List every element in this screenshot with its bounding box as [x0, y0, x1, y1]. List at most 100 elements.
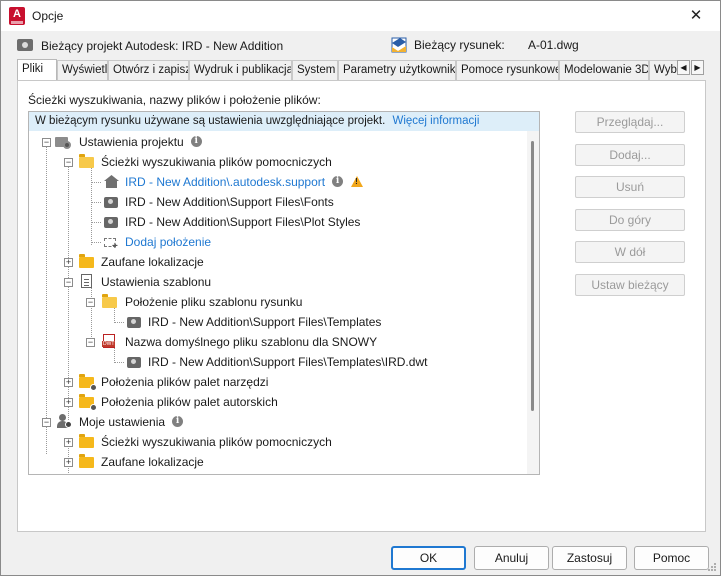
expand-tool-palettes-toggle[interactable]: + [64, 378, 73, 387]
tree-line [114, 322, 124, 323]
tree-line [91, 282, 92, 341]
tab-drafting[interactable]: Pomoce rysunkowe [456, 60, 559, 80]
help-button[interactable]: Pomoc [634, 546, 709, 570]
warning-icon: ! [351, 175, 364, 187]
tab-display[interactable]: Wyświetl [57, 60, 108, 80]
cancel-button[interactable]: Anuluj [474, 546, 549, 570]
current-drawing-label: Bieżący rysunek: [414, 38, 505, 52]
tree-node-label: Moje ustawienia [79, 415, 166, 429]
tree-node-label: IRD - New Addition\.autodesk.support [125, 175, 326, 189]
tree-node-template-settings[interactable]: Ustawienia szablonu [101, 272, 211, 292]
tree-line [91, 242, 101, 243]
tab-selection[interactable]: Wybór [649, 60, 677, 80]
tab-open-save[interactable]: Otwórz i zapisz [108, 60, 189, 80]
tree-node-support-item-1[interactable]: IRD - New Addition\.autodesk.support i! [125, 172, 364, 192]
tree-node-authoring-palettes[interactable]: Położenia plików palet autorskich [101, 392, 278, 412]
folder-icon [79, 374, 97, 391]
expand-my-trusted-locations-toggle[interactable]: + [64, 458, 73, 467]
tab-scroll-left-button[interactable]: ◀ [677, 60, 690, 75]
folder-icon [79, 454, 94, 468]
tree-node-support-item-3[interactable]: IRD - New Addition\Support Files\Plot St… [125, 212, 360, 232]
dwt-file-icon [102, 334, 116, 348]
scrollbar-thumb[interactable] [531, 141, 534, 411]
expand-trusted-locations-toggle[interactable]: + [64, 258, 73, 267]
info-icon[interactable]: i [332, 176, 344, 188]
drawing-file-icon [391, 37, 407, 53]
ok-button[interactable]: OK [391, 546, 466, 570]
resize-grip-icon[interactable] [707, 562, 717, 572]
title-bar: A Opcje ✕ [1, 1, 720, 31]
files-tab-panel: Ścieżki wyszukiwania, nazwy plików i poł… [17, 80, 706, 532]
files-tree[interactable]: W bieżącym rysunku używane są ustawienia… [28, 111, 540, 475]
move-down-button[interactable]: W dół [575, 241, 685, 263]
remove-button[interactable]: Usuń [575, 176, 685, 198]
info-icon[interactable]: i [190, 136, 202, 148]
user-settings-icon [56, 414, 72, 429]
tree-node-trusted-locations[interactable]: Zaufane lokalizacje [101, 252, 204, 272]
collapse-support-paths-toggle[interactable]: − [64, 158, 73, 167]
project-folder-icon [127, 357, 141, 368]
window-title: Opcje [32, 9, 64, 23]
project-settings-banner: W bieżącym rysunku używane są ustawienia… [29, 112, 539, 131]
tree-node-label: Ustawienia projektu [79, 135, 184, 149]
add-location-icon: + [104, 236, 119, 252]
current-context-row: Bieżący projekt Autodesk: IRD - New Addi… [1, 31, 720, 59]
collapse-my-settings-toggle[interactable]: − [42, 418, 51, 427]
collapse-default-template-toggle[interactable]: − [86, 338, 95, 347]
tab-strip: Pliki Wyświetl Otwórz i zapisz Wydruk i … [17, 59, 677, 80]
tab-system[interactable]: System [292, 60, 338, 80]
tree-node-default-template[interactable]: Nazwa domyślnego pliku szablonu dla SNOW… [125, 332, 377, 352]
search-paths-caption: Ścieżki wyszukiwania, nazwy plików i poł… [28, 93, 321, 107]
info-icon[interactable]: i [172, 416, 184, 428]
project-icon [17, 39, 33, 51]
tree-line [114, 362, 124, 363]
tree-scrollbar[interactable] [527, 131, 539, 474]
tree-node-template-location-item[interactable]: IRD - New Addition\Support Files\Templat… [148, 312, 381, 332]
tree-node-template-location[interactable]: Położenie pliku szablonu rysunku [125, 292, 302, 312]
tree-node-support-paths[interactable]: Ścieżki wyszukiwania plików pomocniczych [101, 152, 332, 172]
project-settings-icon [55, 135, 73, 149]
add-button[interactable]: Dodaj... [575, 144, 685, 166]
tree-line [46, 142, 47, 454]
folder-icon [79, 394, 97, 411]
project-folder-icon [127, 317, 141, 328]
home-icon [104, 175, 119, 188]
collapse-template-settings-toggle[interactable]: − [64, 278, 73, 287]
autocad-logo-icon: A [9, 7, 25, 25]
tree-line [91, 222, 101, 223]
banner-text: W bieżącym rysunku używane są ustawienia… [35, 115, 386, 127]
close-button[interactable]: ✕ [676, 1, 716, 31]
apply-button[interactable]: Zastosuj [552, 546, 627, 570]
tab-scroll-right-button[interactable]: ▶ [691, 60, 704, 75]
browse-button[interactable]: Przeglądaj... [575, 111, 685, 133]
current-project-label: Bieżący projekt Autodesk: IRD - New Addi… [41, 39, 284, 53]
tree-node-my-settings[interactable]: Moje ustawienia i [79, 412, 184, 432]
collapse-project-settings-toggle[interactable]: − [42, 138, 51, 147]
tab-files[interactable]: Pliki [17, 59, 57, 80]
tree-node-support-item-2[interactable]: IRD - New Addition\Support Files\Fonts [125, 192, 334, 212]
more-info-link[interactable]: Więcej informacji [392, 115, 479, 127]
expand-authoring-palettes-toggle[interactable]: + [64, 398, 73, 407]
tree-node-my-trusted-locations[interactable]: Zaufane lokalizacje [101, 452, 204, 472]
options-dialog: A Opcje ✕ Bieżący projekt Autodesk: IRD … [0, 0, 721, 576]
set-current-button[interactable]: Ustaw bieżący [575, 274, 685, 296]
tree-node-tool-palettes[interactable]: Położenia plików palet narzędzi [101, 372, 268, 392]
move-up-button[interactable]: Do góry [575, 209, 685, 231]
collapse-template-location-toggle[interactable]: − [86, 298, 95, 307]
template-document-icon [81, 274, 92, 288]
folder-icon [79, 254, 94, 268]
tree-node-default-template-item[interactable]: IRD - New Addition\Support Files\Templat… [148, 352, 427, 372]
open-folder-icon [102, 294, 117, 308]
add-location-link[interactable]: Dodaj położenie [125, 232, 211, 252]
tab-user-preferences[interactable]: Parametry użytkownika [338, 60, 456, 80]
tab-plot-publish[interactable]: Wydruk i publikacja [189, 60, 292, 80]
project-folder-icon [104, 217, 118, 228]
expand-my-support-paths-toggle[interactable]: + [64, 438, 73, 447]
warning-glyph: ! [355, 176, 358, 186]
tree-node-project-settings[interactable]: Ustawienia projektu i [79, 132, 202, 152]
open-folder-icon [79, 154, 94, 168]
tree-line [91, 202, 101, 203]
tree-node-my-support-paths[interactable]: Ścieżki wyszukiwania plików pomocniczych [101, 432, 332, 452]
current-drawing-value: A-01.dwg [528, 38, 579, 52]
tab-3d-modeling[interactable]: Modelowanie 3D [559, 60, 649, 80]
